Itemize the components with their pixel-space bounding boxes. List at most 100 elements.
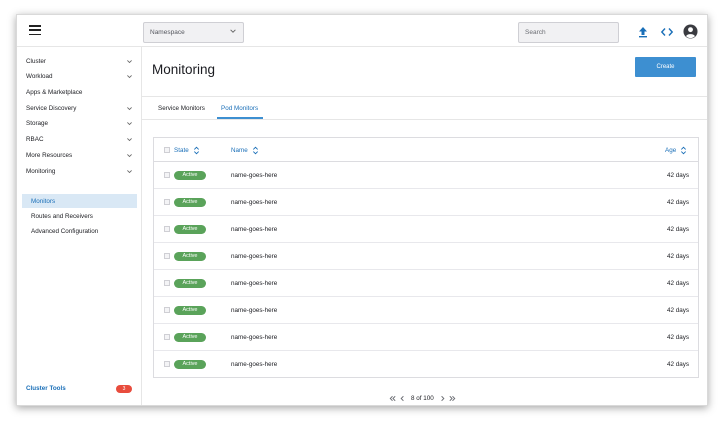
chevron-down-icon bbox=[127, 138, 132, 142]
status-badge: Active bbox=[174, 360, 206, 369]
divider bbox=[142, 119, 707, 120]
table-row[interactable]: Active name-goes-here 42 days bbox=[154, 351, 698, 378]
search-input[interactable] bbox=[518, 22, 619, 43]
sidebar-subitem-label: Routes and Receivers bbox=[31, 212, 93, 220]
create-button[interactable]: Create bbox=[635, 57, 696, 77]
row-age: 42 days bbox=[666, 280, 689, 287]
row-name-link[interactable]: name-goes-here bbox=[231, 280, 277, 287]
sidebar-item-apps-marketplace[interactable]: Apps & Marketplace bbox=[26, 85, 137, 99]
column-header-age[interactable]: Age bbox=[665, 146, 687, 155]
chevron-down-icon bbox=[230, 29, 236, 33]
upload-icon[interactable] bbox=[636, 25, 650, 39]
column-header-name[interactable]: Name bbox=[231, 146, 259, 155]
row-checkbox[interactable] bbox=[164, 199, 170, 205]
row-checkbox[interactable] bbox=[164, 334, 170, 340]
row-name-link[interactable]: name-goes-here bbox=[231, 307, 277, 314]
row-age: 42 days bbox=[666, 361, 689, 368]
row-checkbox[interactable] bbox=[164, 361, 170, 367]
table-row[interactable]: Active name-goes-here 42 days bbox=[154, 297, 698, 324]
row-name-link[interactable]: name-goes-here bbox=[231, 334, 277, 341]
row-name-link[interactable]: name-goes-here bbox=[231, 226, 277, 233]
status-badge: Active bbox=[174, 171, 206, 180]
status-badge: Active bbox=[174, 279, 206, 288]
table-header: State Name Age bbox=[154, 138, 698, 162]
cluster-tools-count-badge: 3 bbox=[116, 385, 132, 393]
table-row[interactable]: Active name-goes-here 42 days bbox=[154, 216, 698, 243]
sidebar-item-workload[interactable]: Workload bbox=[26, 69, 137, 83]
row-age: 42 days bbox=[666, 172, 689, 179]
sidebar-item-label: RBAC bbox=[26, 135, 44, 143]
status-badge: Active bbox=[174, 198, 206, 207]
sidebar-item-label: Storage bbox=[26, 119, 49, 127]
sort-icon bbox=[681, 146, 687, 155]
chevron-down-icon bbox=[127, 75, 132, 79]
chevron-down-icon bbox=[127, 122, 132, 126]
column-header-state[interactable]: State bbox=[174, 146, 200, 155]
sidebar-item-rbac[interactable]: RBAC bbox=[26, 132, 137, 146]
table-row[interactable]: Active name-goes-here 42 days bbox=[154, 243, 698, 270]
app-window: Namespace Cluster Workload bbox=[16, 14, 708, 406]
next-page-icon[interactable] bbox=[438, 394, 447, 403]
table-row[interactable]: Active name-goes-here 42 days bbox=[154, 162, 698, 189]
tab-pod-monitors[interactable]: Pod Monitors bbox=[221, 105, 258, 112]
sidebar-item-label: Cluster bbox=[26, 57, 46, 65]
column-label: Name bbox=[231, 147, 248, 154]
row-name-link[interactable]: name-goes-here bbox=[231, 172, 277, 179]
sort-icon bbox=[252, 146, 258, 155]
sidebar-subitem-monitors[interactable]: Monitors bbox=[22, 194, 137, 208]
column-label: Age bbox=[665, 147, 677, 154]
row-checkbox[interactable] bbox=[164, 172, 170, 178]
sort-icon bbox=[193, 146, 199, 155]
sidebar-item-monitoring[interactable]: Monitoring bbox=[26, 164, 137, 178]
namespace-label: Namespace bbox=[150, 29, 185, 36]
hamburger-icon[interactable] bbox=[29, 25, 41, 36]
row-age: 42 days bbox=[666, 334, 689, 341]
row-age: 42 days bbox=[666, 199, 689, 206]
sidebar-item-service-discovery[interactable]: Service Discovery bbox=[26, 101, 137, 115]
row-checkbox[interactable] bbox=[164, 280, 170, 286]
cluster-tools-link[interactable]: Cluster Tools bbox=[26, 385, 66, 392]
prev-page-icon[interactable] bbox=[398, 394, 407, 403]
table-row[interactable]: Active name-goes-here 42 days bbox=[154, 324, 698, 351]
sidebar-subitem-label: Advanced Configuration bbox=[31, 227, 99, 235]
sidebar: Cluster Workload Apps & Marketplace Serv… bbox=[17, 47, 142, 405]
chevron-down-icon bbox=[127, 107, 132, 111]
sidebar-subitem-advanced-configuration[interactable]: Advanced Configuration bbox=[22, 224, 137, 238]
sidebar-item-label: Workload bbox=[26, 72, 53, 80]
row-checkbox[interactable] bbox=[164, 307, 170, 313]
row-age: 42 days bbox=[666, 253, 689, 260]
row-name-link[interactable]: name-goes-here bbox=[231, 361, 277, 368]
row-name-link[interactable]: name-goes-here bbox=[231, 199, 277, 206]
sidebar-item-cluster[interactable]: Cluster bbox=[26, 54, 137, 68]
sidebar-subitem-routes-receivers[interactable]: Routes and Receivers bbox=[22, 209, 137, 223]
namespace-select[interactable]: Namespace bbox=[143, 22, 244, 43]
tab-service-monitors[interactable]: Service Monitors bbox=[158, 105, 205, 112]
code-icon[interactable] bbox=[660, 25, 674, 39]
select-all-checkbox[interactable] bbox=[164, 147, 170, 153]
top-header: Namespace bbox=[17, 15, 707, 47]
divider bbox=[142, 96, 707, 97]
sidebar-item-storage[interactable]: Storage bbox=[26, 116, 137, 130]
user-avatar-icon[interactable] bbox=[683, 24, 698, 39]
first-page-icon[interactable] bbox=[388, 394, 397, 403]
page-title: Monitoring bbox=[152, 62, 216, 77]
status-badge: Active bbox=[174, 225, 206, 234]
status-badge: Active bbox=[174, 306, 206, 315]
chevron-down-icon bbox=[127, 60, 132, 64]
row-checkbox[interactable] bbox=[164, 253, 170, 259]
table-row[interactable]: Active name-goes-here 42 days bbox=[154, 189, 698, 216]
row-name-link[interactable]: name-goes-here bbox=[231, 253, 277, 260]
monitors-table: State Name Age Active name-goes-here 42 … bbox=[153, 137, 699, 378]
sidebar-subitem-label: Monitors bbox=[31, 197, 56, 205]
sidebar-item-label: More Resources bbox=[26, 151, 73, 159]
chevron-down-icon bbox=[127, 170, 132, 174]
row-checkbox[interactable] bbox=[164, 226, 170, 232]
table-row[interactable]: Active name-goes-here 42 days bbox=[154, 270, 698, 297]
column-label: State bbox=[174, 147, 189, 154]
row-age: 42 days bbox=[666, 226, 689, 233]
sidebar-item-more-resources[interactable]: More Resources bbox=[26, 148, 137, 162]
last-page-icon[interactable] bbox=[448, 394, 457, 403]
chevron-down-icon bbox=[127, 154, 132, 158]
pagination: 8 of 100 bbox=[388, 393, 458, 403]
sidebar-item-label: Monitoring bbox=[26, 167, 56, 175]
